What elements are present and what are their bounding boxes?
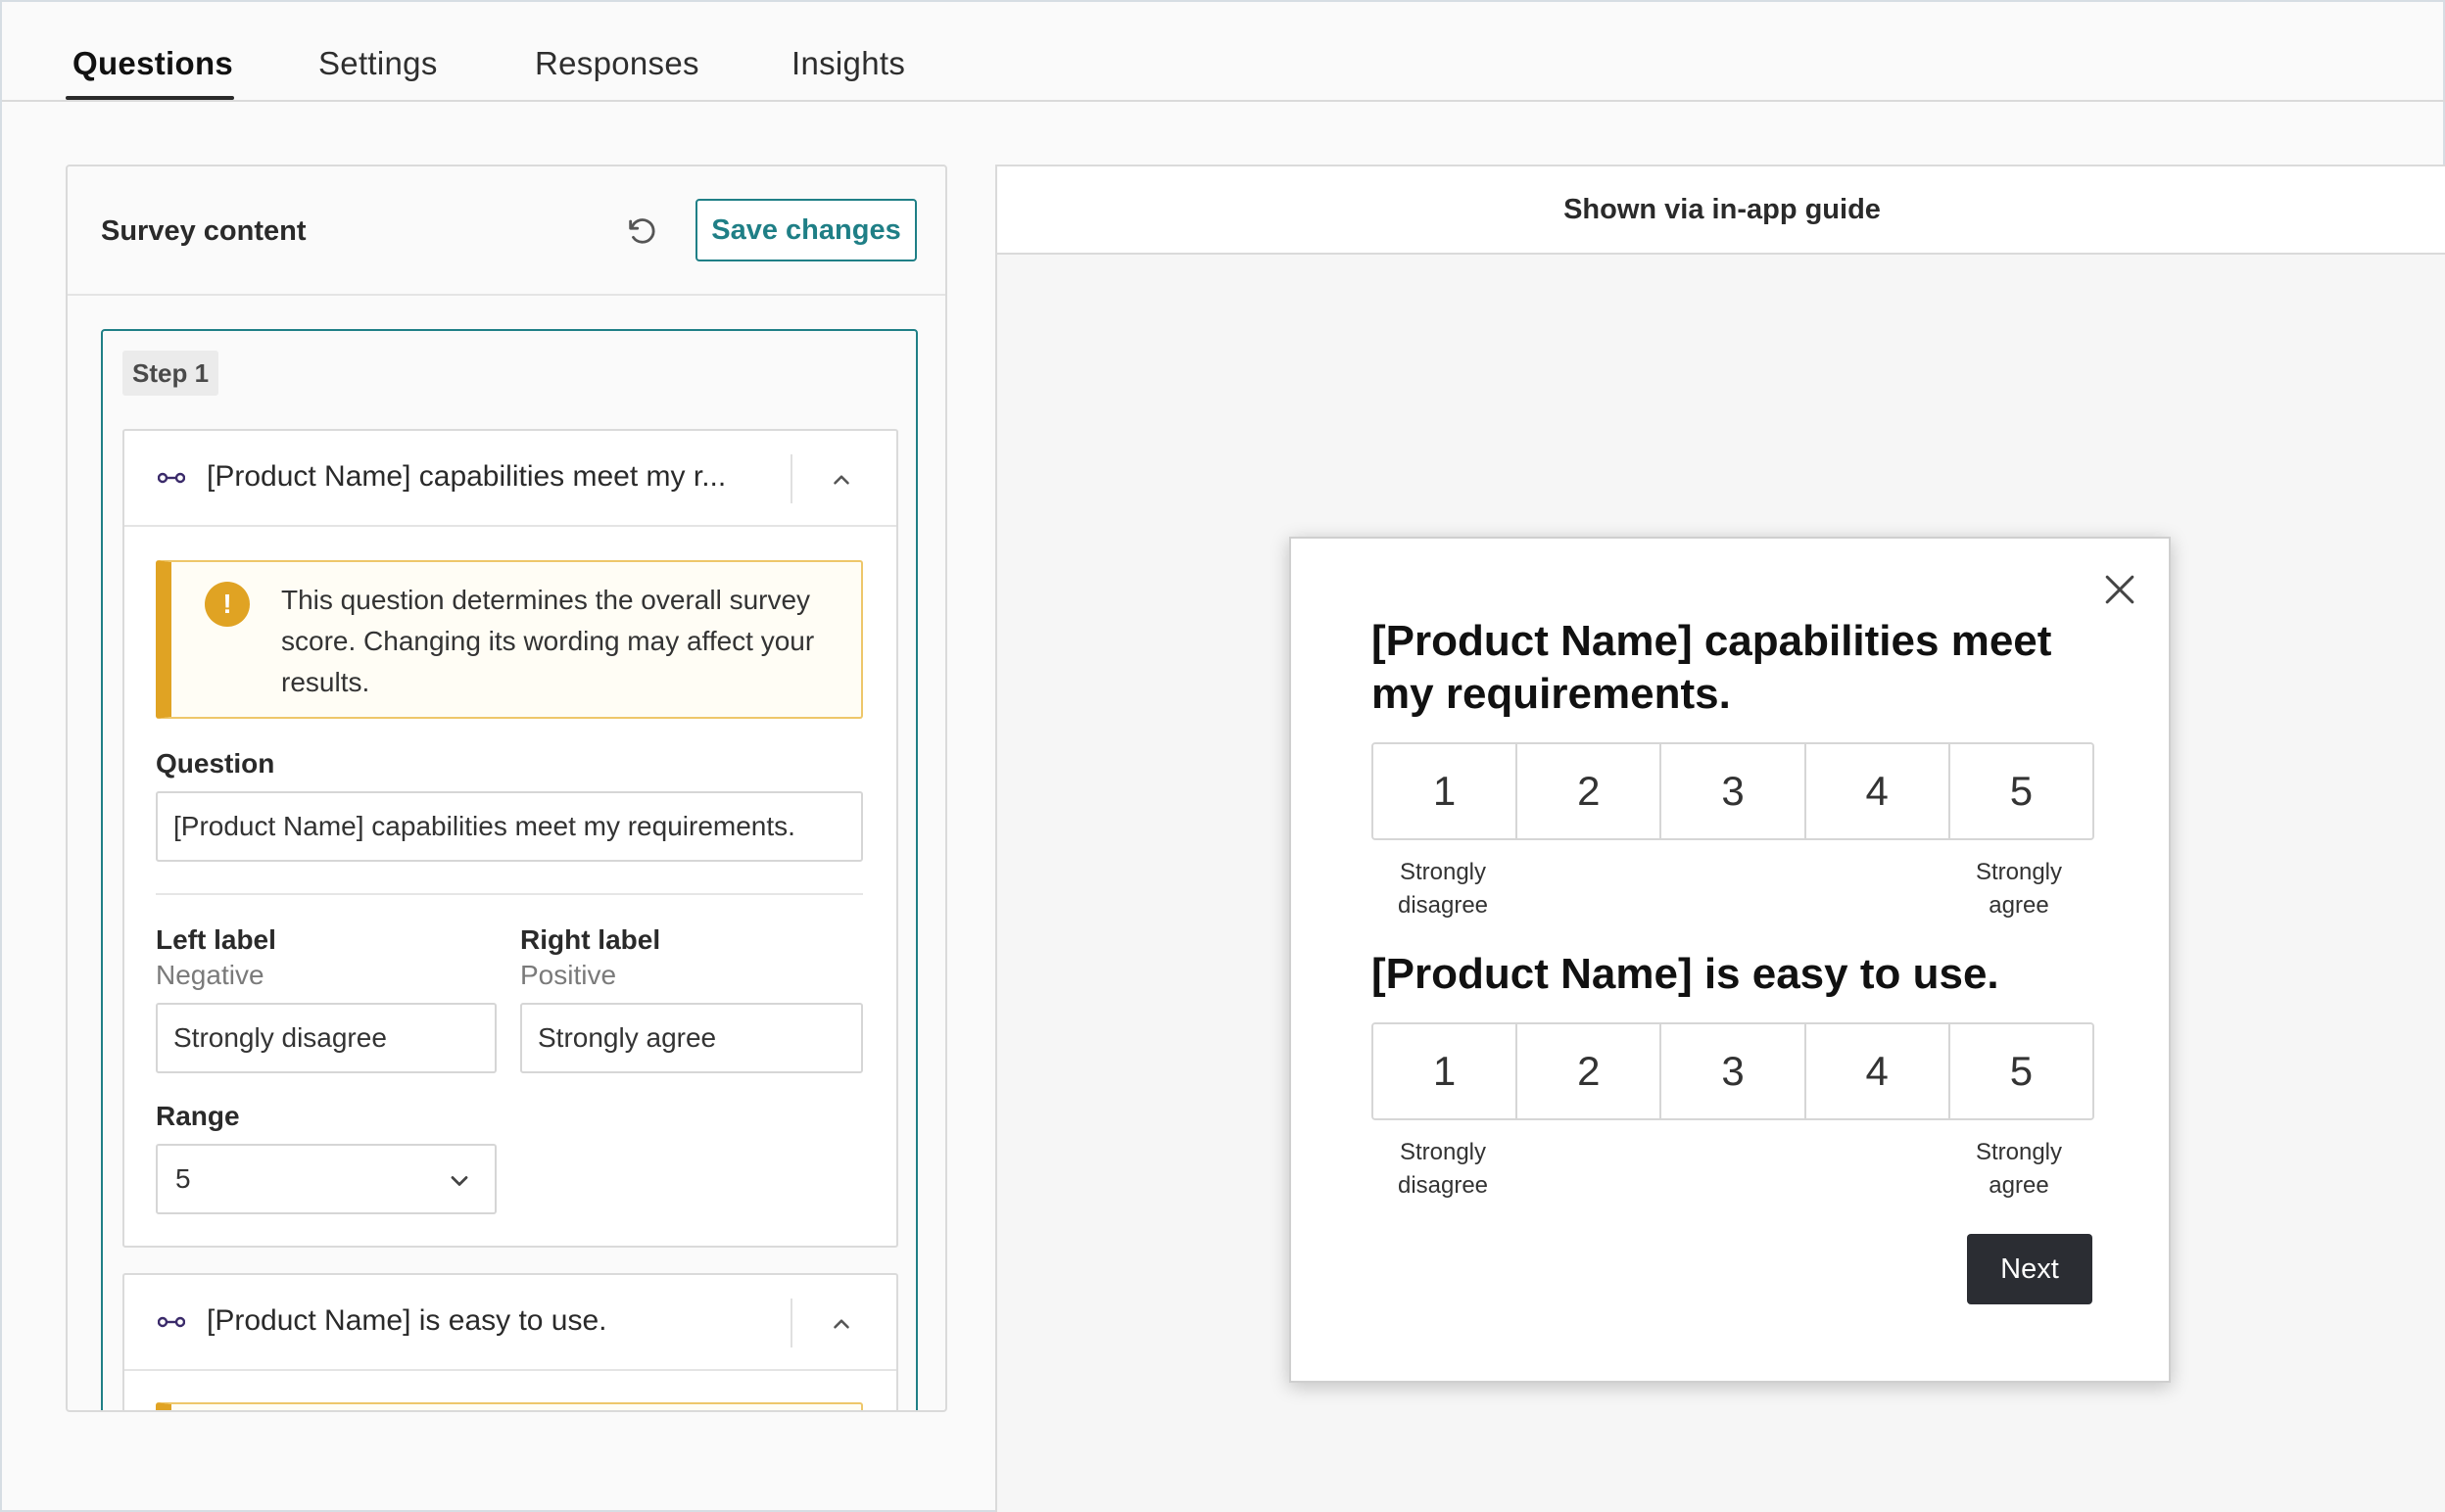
range-value: 5 xyxy=(175,1163,191,1194)
rating-option[interactable]: 3 xyxy=(1661,744,1806,838)
right-label-sub: Positive xyxy=(520,960,617,990)
close-icon xyxy=(2105,575,2134,604)
tab-insights[interactable]: Insights xyxy=(791,45,905,82)
warning-callout xyxy=(156,1402,863,1410)
question-card: [Product Name] capabilities meet my r...… xyxy=(122,429,898,1248)
save-changes-button[interactable]: Save changes xyxy=(695,199,917,261)
undo-button[interactable] xyxy=(616,206,667,257)
question-header-text: [Product Name] is easy to use. xyxy=(207,1304,607,1337)
survey-question-1: [Product Name] capabilities meet my requ… xyxy=(1371,617,2052,718)
rating-option[interactable]: 2 xyxy=(1517,744,1662,838)
collapse-button[interactable] xyxy=(822,460,861,499)
range-select[interactable]: 5 xyxy=(156,1144,497,1214)
right-label-heading: Right label xyxy=(520,924,661,955)
scale-right-label: Strongly agree xyxy=(1975,859,2063,919)
rating-option[interactable]: 5 xyxy=(1949,1024,2092,1118)
warning-icon: ! xyxy=(205,582,250,627)
question-card: [Product Name] is easy to use. xyxy=(122,1273,898,1410)
app-frame: Questions Settings Responses Insights Su… xyxy=(0,0,2445,1512)
left-label-sub: Negative xyxy=(156,960,264,990)
preview-title: Shown via in-app guide xyxy=(1563,193,1881,225)
scale-left-label: Strongly disagree xyxy=(1397,859,1489,919)
step-badge: Step 1 xyxy=(122,351,219,396)
question-label: Question xyxy=(156,748,275,779)
collapse-button[interactable] xyxy=(822,1304,861,1344)
undo-icon xyxy=(629,218,655,244)
scale-icon xyxy=(158,472,185,484)
scale-icon xyxy=(158,1316,185,1328)
question-card-header[interactable]: [Product Name] is easy to use. xyxy=(124,1275,896,1371)
rating-option[interactable]: 1 xyxy=(1373,1024,1518,1118)
survey-content-panel: Survey content Save changes Step 1 [Prod… xyxy=(66,165,947,1412)
next-button[interactable]: Next xyxy=(1967,1234,2092,1304)
panel-header: Survey content Save changes xyxy=(68,166,945,296)
survey-modal: [Product Name] capabilities meet my requ… xyxy=(1289,537,2171,1383)
scale-left-label: Strongly disagree xyxy=(1397,1139,1489,1199)
survey-question-2: [Product Name] is easy to use. xyxy=(1371,950,1999,998)
question-card-header[interactable]: [Product Name] capabilities meet my r... xyxy=(124,431,896,527)
step-container: Step 1 [Product Name] capabilities meet … xyxy=(101,329,918,1410)
tab-bar: Questions Settings Responses Insights xyxy=(2,2,2445,102)
rating-option[interactable]: 3 xyxy=(1661,1024,1806,1118)
chevron-up-icon xyxy=(834,1319,849,1329)
question-header-text: [Product Name] capabilities meet my r... xyxy=(207,460,727,493)
warning-text: This question determines the overall sur… xyxy=(281,585,815,697)
rating-option[interactable]: 1 xyxy=(1373,744,1518,838)
question-input[interactable] xyxy=(156,791,863,862)
panel-title: Survey content xyxy=(101,215,307,247)
preview-header: Shown via in-app guide xyxy=(997,166,2445,255)
tab-settings[interactable]: Settings xyxy=(318,45,438,82)
rating-option[interactable]: 4 xyxy=(1805,1024,1950,1118)
header-divider xyxy=(791,1299,792,1347)
chevron-up-icon xyxy=(834,475,849,485)
scale-right-label: Strongly agree xyxy=(1975,1139,2063,1199)
rating-scale-1: 1 2 3 4 5 xyxy=(1371,742,2094,840)
close-button[interactable] xyxy=(2098,568,2141,611)
tab-questions[interactable]: Questions xyxy=(72,45,233,82)
active-tab-indicator xyxy=(66,96,234,100)
divider xyxy=(156,893,863,895)
range-label: Range xyxy=(156,1101,240,1131)
right-label-input[interactable] xyxy=(520,1003,863,1073)
chevron-down-icon xyxy=(451,1176,468,1186)
left-label-input[interactable] xyxy=(156,1003,497,1073)
rating-scale-2: 1 2 3 4 5 xyxy=(1371,1022,2094,1120)
header-divider xyxy=(791,454,792,503)
rating-option[interactable]: 5 xyxy=(1949,744,2092,838)
rating-option[interactable]: 4 xyxy=(1805,744,1950,838)
left-label-heading: Left label xyxy=(156,924,276,955)
rating-option[interactable]: 2 xyxy=(1517,1024,1662,1118)
tab-responses[interactable]: Responses xyxy=(535,45,699,82)
warning-callout: ! This question determines the overall s… xyxy=(156,560,863,719)
